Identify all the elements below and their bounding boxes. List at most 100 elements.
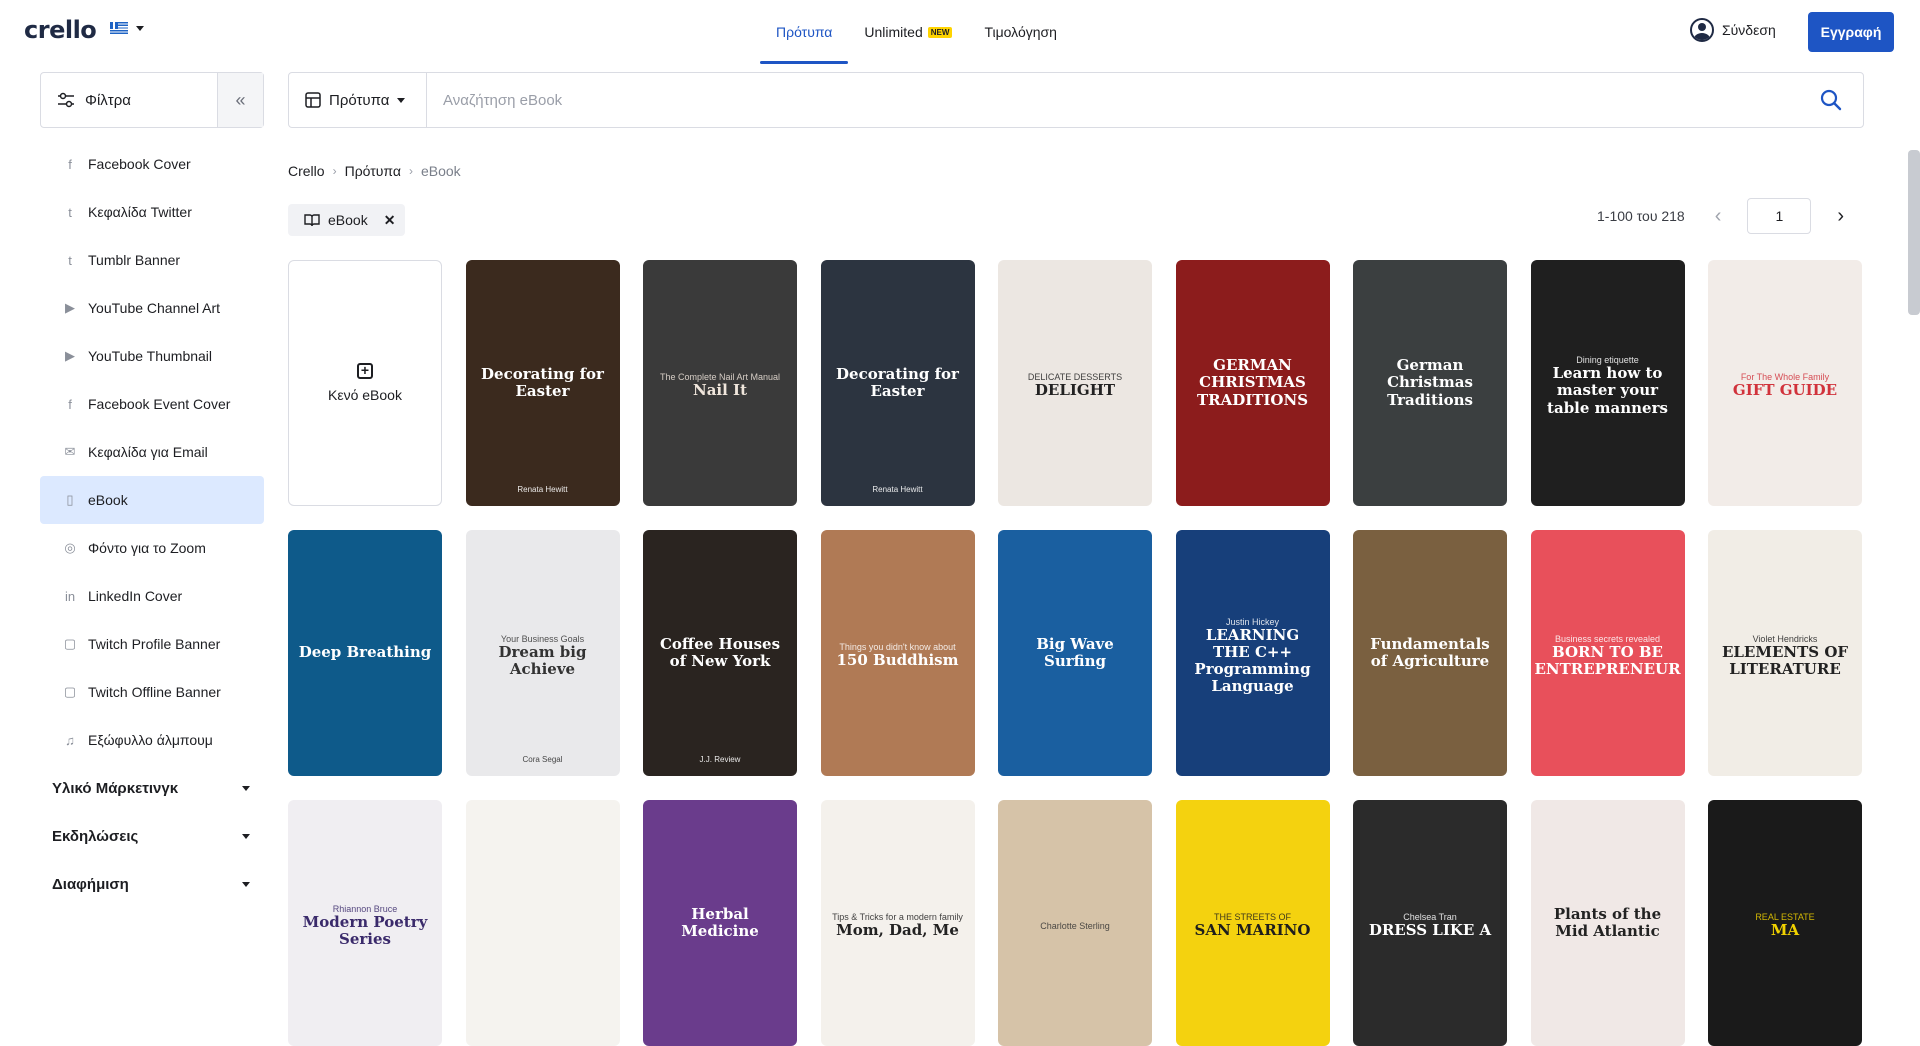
- template-card[interactable]: Your Business Goals Dream big Achieve Cora…: [465, 530, 620, 776]
- template-card-title: Herbal Medicine: [681, 904, 759, 940]
- chevron-right-icon: ›: [332, 164, 337, 178]
- tumblr-icon: t: [68, 252, 72, 268]
- template-card[interactable]: Charlotte Sterling: [998, 800, 1152, 1046]
- template-card[interactable]: Things you didn't know about 150 Buddhism: [820, 530, 975, 776]
- nav-unlimited[interactable]: Unlimited NEW: [848, 0, 968, 64]
- sidebar-section[interactable]: Υλικό Μάρκετινγκ: [40, 764, 264, 812]
- sidebar-item-label: YouTube Thumbnail: [88, 348, 213, 364]
- template-card[interactable]: THE STREETS OF SAN MARINO: [1175, 800, 1330, 1046]
- sidebar-item-εξώφυλλο-άλμπουμ[interactable]: ♫ Εξώφυλλο άλμπουμ: [40, 716, 264, 764]
- top-bar: crello Πρότυπα Unlimited NEW Τιμολόγηση Σ…: [0, 0, 1920, 64]
- search-button[interactable]: [1799, 73, 1863, 127]
- template-card[interactable]: Chelsea Tran DRESS LIKE A: [1353, 800, 1507, 1046]
- double-chevron-left-icon: «: [235, 89, 246, 110]
- template-card-subtitle: Tips & Tricks for a modern family: [832, 912, 963, 923]
- sidebar-item-youtube-channel-art[interactable]: ▶ YouTube Channel Art: [40, 284, 264, 332]
- sidebar-item-φόντο-για-το-zoom[interactable]: ◎ Φόντο για το Zoom: [40, 524, 264, 572]
- template-card[interactable]: Decorating for Easter Renata Hewitt: [465, 260, 620, 506]
- results-count: 1-100 του 218: [1597, 208, 1685, 224]
- template-card[interactable]: Plants of the Mid Atlantic: [1530, 800, 1685, 1046]
- login-label: Σύνδεση: [1722, 22, 1776, 38]
- signup-button[interactable]: Εγγραφή: [1808, 12, 1894, 52]
- template-card[interactable]: Deep Breathing: [288, 530, 442, 776]
- sidebar-item-tumblr-banner[interactable]: t Tumblr Banner: [40, 236, 264, 284]
- sidebar-item-facebook-event-cover[interactable]: f Facebook Event Cover: [40, 380, 264, 428]
- template-card[interactable]: Fundamentals of Agriculture: [1353, 530, 1507, 776]
- sidebar-item-twitch-profile-banner[interactable]: ▢ Twitch Profile Banner: [40, 620, 264, 668]
- search-type-dropdown[interactable]: Πρότυπα: [289, 73, 427, 127]
- template-card[interactable]: Tips & Tricks for a modern family Mom, Da…: [820, 800, 975, 1046]
- template-card-author: J.J. Review: [699, 755, 741, 764]
- breadcrumb-crello[interactable]: Crello: [288, 163, 325, 179]
- template-card[interactable]: Herbal Medicine: [643, 800, 797, 1046]
- nav-templates[interactable]: Πρότυπα: [760, 0, 849, 64]
- template-card[interactable]: German Christmas Traditions: [1353, 260, 1507, 506]
- sidebar-item-label: Φόντο για το Zoom: [88, 540, 206, 556]
- search-type-label: Πρότυπα: [329, 91, 390, 109]
- template-card[interactable]: Coffee Houses of New York J.J. Review: [643, 530, 797, 776]
- user-icon: [1690, 18, 1714, 42]
- template-card[interactable]: REAL ESTATE MA: [1708, 800, 1862, 1046]
- sidebar-item-linkedin-cover[interactable]: in LinkedIn Cover: [40, 572, 264, 620]
- template-card-subtitle: The Complete Nail Art Manual: [659, 372, 781, 383]
- template-card[interactable]: Rhiannon Bruce Modern Poetry Series: [288, 800, 442, 1046]
- twitch-icon: ▢: [63, 684, 77, 699]
- previous-page-icon[interactable]: ‹: [1715, 205, 1722, 228]
- chevron-down-icon: [242, 833, 250, 839]
- template-card[interactable]: Business secrets revealed BORN TO BE ENTR…: [1530, 530, 1685, 776]
- language-selector[interactable]: [110, 22, 144, 34]
- template-card[interactable]: Violet Hendricks ELEMENTS OF LITERATURE: [1708, 530, 1862, 776]
- template-grid-icon: [305, 92, 321, 108]
- sidebar-item-κεφαλίδα-twitter[interactable]: t Κεφαλίδα Twitter: [40, 188, 264, 236]
- template-card[interactable]: GERMAN CHRISTMAS TRADITIONS: [1175, 260, 1330, 506]
- main-nav: Πρότυπα Unlimited NEW Τιμολόγηση: [760, 0, 1073, 64]
- login-link[interactable]: Σύνδεση: [1690, 18, 1776, 42]
- template-card[interactable]: For The Whole Family GIFT GUIDE: [1708, 260, 1862, 506]
- nav-pricing-label: Τιμολόγηση: [984, 24, 1057, 40]
- breadcrumb-templates[interactable]: Πρότυπα: [345, 163, 401, 179]
- search-input[interactable]: [427, 73, 1799, 127]
- collapse-sidebar-button[interactable]: «: [217, 73, 263, 127]
- filters-label: Φίλτρα: [85, 91, 131, 109]
- next-page-icon[interactable]: ›: [1837, 205, 1844, 228]
- sidebar-item-ebook[interactable]: ▯ eBook: [40, 476, 264, 524]
- template-grid: + Κενό eBook Decorating for Easter Renata…: [288, 260, 1864, 1046]
- template-card-title: German Christmas Traditions: [1387, 356, 1473, 409]
- youtube-icon: ▶: [65, 300, 75, 315]
- template-card[interactable]: DELICATE DESSERTS DELIGHT: [998, 260, 1152, 506]
- sidebar-item-facebook-cover[interactable]: f Facebook Cover: [40, 140, 264, 188]
- template-card-title: DRESS LIKE A: [1368, 921, 1492, 940]
- sidebar-item-κεφαλίδα-για-email[interactable]: ✉ Κεφαλίδα για Email: [40, 428, 264, 476]
- page-scrollbar[interactable]: [1908, 150, 1920, 315]
- twitch-icon: ▢: [63, 636, 77, 651]
- sidebar-section[interactable]: Διαφήμιση: [40, 860, 264, 908]
- sidebar-item-label: Tumblr Banner: [88, 252, 181, 268]
- template-card-subtitle: Your Business Goals: [500, 633, 585, 644]
- chevron-down-icon: [242, 881, 250, 887]
- template-card-title: Learn how to master your table manners: [1547, 364, 1668, 417]
- template-card[interactable]: The Complete Nail Art Manual Nail It: [643, 260, 797, 506]
- template-card[interactable]: Justin Hickey LEARNING THE C++ Programmin…: [1175, 530, 1330, 776]
- nav-pricing[interactable]: Τιμολόγηση: [968, 0, 1073, 64]
- template-card-subtitle: Things you didn't know about: [839, 642, 956, 653]
- template-card[interactable]: [465, 800, 620, 1046]
- sidebar-section-label: Διαφήμιση: [52, 875, 129, 893]
- template-card-author: Renata Hewitt: [517, 485, 568, 494]
- template-card[interactable]: Dining etiquette Learn how to master your…: [1530, 260, 1685, 506]
- blank-ebook-card[interactable]: + Κενό eBook: [288, 260, 442, 506]
- facebook-icon: f: [68, 396, 72, 412]
- page-number-input[interactable]: [1747, 198, 1812, 234]
- template-card-subtitle: Charlotte Sterling: [1040, 921, 1110, 931]
- template-card-title: GIFT GUIDE: [1732, 381, 1838, 400]
- template-card[interactable]: Big Wave Surfing: [998, 530, 1152, 776]
- sidebar-item-twitch-offline-banner[interactable]: ▢ Twitch Offline Banner: [40, 668, 264, 716]
- book-icon: [304, 214, 320, 227]
- filters-button[interactable]: Φίλτρα: [41, 73, 217, 127]
- remove-filter-icon[interactable]: ✕: [384, 212, 396, 229]
- sidebar-section[interactable]: Εκδηλώσεις: [40, 812, 264, 860]
- new-badge: NEW: [927, 26, 953, 38]
- template-card-title: GERMAN CHRISTMAS TRADITIONS: [1196, 356, 1309, 409]
- crello-logo[interactable]: crello: [24, 16, 97, 44]
- template-card[interactable]: Decorating for Easter Renata Hewitt: [820, 260, 975, 506]
- sidebar-item-youtube-thumbnail[interactable]: ▶ YouTube Thumbnail: [40, 332, 264, 380]
